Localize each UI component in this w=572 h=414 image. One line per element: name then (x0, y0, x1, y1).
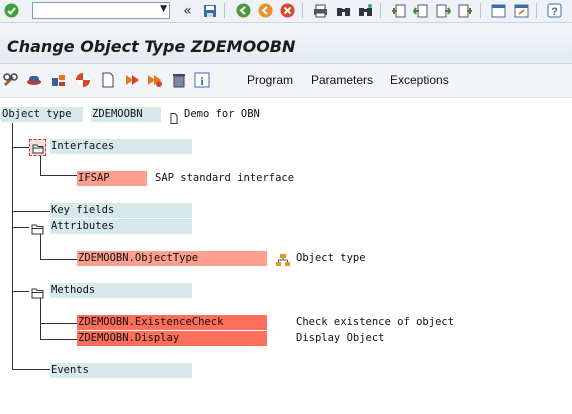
delete-icon[interactable] (170, 71, 188, 89)
menu-parameters[interactable]: Parameters (311, 73, 373, 87)
root-description: Demo for OBN (184, 108, 260, 120)
application-toolbar: i Program Parameters Exceptions (0, 64, 572, 98)
tree-line (40, 234, 41, 259)
method-existencecheck[interactable]: ZDEMOOBN.ExistenceCheck (77, 315, 267, 330)
page-title: Change Object Type ZDEMOOBN (7, 37, 296, 56)
info-icon[interactable]: i (193, 71, 211, 89)
tree-line (12, 211, 50, 212)
document-icon[interactable] (99, 71, 117, 89)
next-page-icon[interactable] (435, 2, 452, 19)
tree-line (12, 227, 29, 228)
document-icon (170, 109, 183, 124)
svg-text:?: ? (551, 6, 558, 18)
first-page-icon[interactable] (390, 2, 407, 19)
tree-line (12, 123, 13, 369)
attribute-objecttype[interactable]: ZDEMOOBN.ObjectType (77, 251, 267, 266)
method-description: Check existence of object (296, 316, 455, 328)
find-next-icon[interactable] (357, 2, 374, 19)
method-display[interactable]: ZDEMOOBN.Display (77, 331, 267, 346)
save-icon[interactable] (201, 2, 218, 19)
tree-line (12, 369, 50, 370)
root-label[interactable]: Object type (1, 107, 83, 122)
interface-description: SAP standard interface (155, 172, 295, 184)
shortcut-icon[interactable] (513, 2, 530, 19)
cancel-icon[interactable] (279, 2, 296, 19)
root-value[interactable]: ZDEMOOBN (91, 107, 161, 122)
display-change-icon[interactable] (2, 71, 20, 89)
interfaces-node[interactable]: Interfaces (50, 139, 192, 154)
print-icon[interactable] (312, 2, 329, 19)
title-bar: Change Object Type ZDEMOOBN (0, 23, 572, 64)
last-page-icon[interactable] (457, 2, 474, 19)
where-used-icon[interactable] (123, 71, 141, 89)
method-description: Display Object (296, 332, 385, 344)
delegate-icon[interactable] (146, 71, 164, 89)
chevron-down-icon[interactable]: ▼ (160, 4, 167, 14)
tree-line (40, 298, 41, 339)
menu-exceptions[interactable]: Exceptions (390, 73, 449, 87)
folder-icon[interactable] (29, 139, 46, 156)
tree-line (40, 259, 77, 260)
interface-ifsap[interactable]: IFSAP (77, 171, 147, 186)
create-subtype-icon[interactable] (74, 71, 92, 89)
back-arrows-icon[interactable]: « (179, 2, 196, 19)
methods-node[interactable]: Methods (50, 283, 192, 298)
find-icon[interactable] (335, 2, 352, 19)
back-icon[interactable] (235, 2, 252, 19)
folder-icon[interactable] (31, 284, 44, 299)
tree-line (40, 323, 77, 324)
new-session-icon[interactable] (490, 2, 507, 19)
menu-program[interactable]: Program (247, 73, 293, 87)
tree-line (40, 175, 77, 176)
test-icon[interactable] (25, 71, 43, 89)
attributes-node[interactable]: Attributes (50, 219, 192, 234)
hierarchy-icon (276, 252, 290, 266)
system-toolbar: ▼ « ? (0, 0, 572, 23)
customize-icon[interactable] (566, 2, 572, 19)
keyfields-node[interactable]: Key fields (50, 203, 192, 218)
exit-icon[interactable] (257, 2, 274, 19)
prev-page-icon[interactable] (412, 2, 429, 19)
folder-icon[interactable] (31, 220, 44, 235)
tree-line (40, 156, 41, 175)
tree-line (40, 339, 77, 340)
help-icon[interactable]: ? (546, 2, 563, 19)
tree-line (12, 291, 29, 292)
attribute-description: Object type (296, 252, 366, 264)
generate-icon[interactable] (50, 71, 68, 89)
check-icon[interactable] (3, 2, 20, 19)
command-field[interactable]: ▼ (32, 2, 170, 19)
events-node[interactable]: Events (50, 363, 192, 378)
tree-line (12, 147, 29, 148)
